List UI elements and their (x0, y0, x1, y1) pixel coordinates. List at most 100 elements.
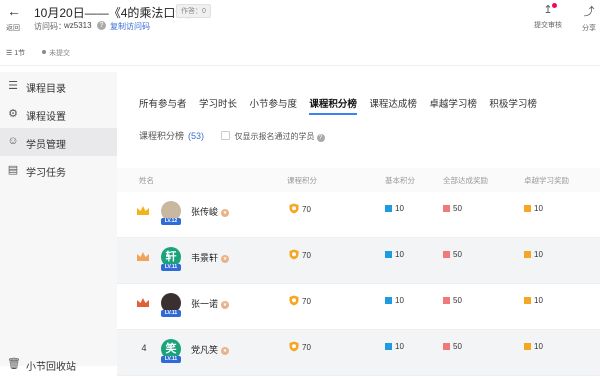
completion-reward-value: 50 (453, 296, 462, 305)
excellence-reward-value: 10 (534, 342, 543, 351)
course-points-value: 70 (302, 297, 311, 306)
student-name-text: 韦景轩 (191, 253, 219, 263)
table-header: 姓名 课程积分 基本积分 全部达成奖励 卓越学习奖励 (117, 168, 600, 192)
upload-icon: ↥ (543, 4, 553, 16)
clipboard-icon: ▤ (7, 164, 19, 176)
completion-reward-swatch (443, 343, 450, 350)
rank-number: 4 (141, 343, 147, 353)
level-badge: LV.11 (161, 356, 181, 363)
main-panel: 所有参与者 学习时长 小节参与度 课程积分榜 课程达成榜 卓越学习榜 积极学习榜… (117, 72, 600, 376)
list-icon: ☰ (6, 50, 15, 57)
course-points-cell: 70 (289, 249, 311, 260)
table-row[interactable]: LV.12 张传峻 ★ 70 10 50 10 (117, 192, 600, 238)
section-count-label: 1节 (14, 50, 26, 57)
tab-section-participation[interactable]: 小节参与度 (249, 96, 297, 110)
sidebar: ☰ 课程目录 ⚙ 课程设置 ☺ 学员管理 ▤ 学习任务 🗑 小节回收站 (0, 72, 117, 373)
sub-toolbar: ☰ 1节 未提交 (0, 40, 600, 66)
table-row[interactable]: 4 笑 LV.11 党凡笑 ★ 70 10 50 10 (117, 330, 600, 376)
column-header-course-points: 课程积分 (287, 176, 317, 185)
approved-only-label[interactable]: 仅显示报名通过的学员 (235, 132, 315, 141)
student-name-text: 张一诺 (191, 299, 219, 309)
back-label[interactable]: 返回 (6, 23, 20, 33)
share-icon: ⤴ (583, 6, 595, 18)
copy-access-code-link[interactable]: 复制访问码 (110, 21, 150, 32)
sidebar-item-learning-tasks[interactable]: ▤ 学习任务 (0, 156, 117, 184)
table-row[interactable]: LV.11 张一诺 ★ 70 10 50 10 (117, 284, 600, 330)
course-points-value: 70 (302, 343, 311, 352)
excellence-reward-cell: 10 (524, 296, 543, 305)
excellence-reward-value: 10 (534, 250, 543, 259)
completion-reward-value: 50 (453, 342, 462, 351)
ranking-count: (53) (188, 131, 205, 141)
header: ← 返回 10月20日——《4的乘法口诀》 作答：0 访问码： wz5313 ?… (0, 0, 600, 40)
approved-only-checkbox[interactable] (220, 131, 230, 140)
level-badge: LV.11 (161, 264, 181, 271)
shield-icon (289, 249, 299, 260)
course-points-cell: 70 (289, 341, 311, 352)
excellence-reward-value: 10 (534, 204, 543, 213)
tab-bar: 所有参与者 学习时长 小节参与度 课程积分榜 课程达成榜 卓越学习榜 积极学习榜 (139, 94, 545, 115)
tab-course-points-ranking[interactable]: 课程积分榜 (309, 96, 357, 115)
status-label: 未提交 (49, 50, 70, 57)
excellence-reward-value: 10 (534, 296, 543, 305)
section-count[interactable]: ☰ 1节 (6, 48, 25, 58)
course-points-value: 70 (302, 251, 311, 260)
student-name-text: 党凡笑 (191, 345, 219, 355)
excellence-reward-swatch (524, 343, 531, 350)
tab-active-learning-ranking[interactable]: 积极学习榜 (489, 96, 537, 110)
gear-icon: ⚙ (8, 108, 18, 120)
submit-review-button[interactable]: ↥ 提交审核 (528, 3, 568, 30)
student-name[interactable]: 党凡笑 ★ (191, 343, 230, 356)
level-badge: LV.11 (161, 310, 181, 317)
user-icon: ☺ (7, 135, 19, 147)
notification-dot (552, 3, 557, 8)
excellence-reward-cell: 10 (524, 250, 543, 259)
basic-points-swatch (385, 343, 392, 350)
list-icon: ☰ (8, 80, 18, 92)
student-name[interactable]: 张传峻 ★ (191, 205, 230, 218)
course-points-cell: 70 (289, 203, 311, 214)
completion-reward-swatch (443, 251, 450, 258)
basic-points-cell: 10 (385, 296, 404, 305)
basic-points-value: 10 (395, 204, 404, 213)
sidebar-item-course-catalog[interactable]: ☰ 课程目录 (0, 72, 117, 100)
sidebar-item-label: 课程设置 (26, 112, 66, 123)
help-icon[interactable]: ? (97, 21, 106, 30)
help-icon[interactable]: ? (316, 134, 325, 142)
course-points-cell: 70 (289, 295, 311, 306)
basic-points-cell: 10 (385, 342, 404, 351)
student-name[interactable]: 韦景轩 ★ (191, 251, 230, 264)
column-header-excellence-reward: 卓越学习奖励 (524, 176, 569, 185)
medal-icon: ★ (221, 255, 230, 263)
excellence-reward-cell: 10 (524, 204, 543, 213)
tab-course-achievement-ranking[interactable]: 课程达成榜 (369, 96, 417, 110)
tab-excellent-learning-ranking[interactable]: 卓越学习榜 (429, 96, 477, 110)
excellence-reward-swatch (524, 251, 531, 258)
filter-bar: 课程积分榜 (53) 仅显示报名通过的学员? (139, 129, 325, 142)
basic-points-value: 10 (395, 250, 404, 259)
tab-study-duration[interactable]: 学习时长 (199, 96, 237, 110)
shield-icon (289, 295, 299, 306)
sidebar-item-label: 课程目录 (26, 84, 66, 95)
sidebar-item-student-management[interactable]: ☺ 学员管理 (0, 128, 117, 156)
completion-reward-value: 50 (453, 250, 462, 259)
completion-reward-cell: 50 (443, 204, 462, 213)
crown-icon (137, 298, 149, 307)
student-name[interactable]: 张一诺 ★ (191, 297, 230, 310)
excellence-reward-swatch (524, 205, 531, 212)
basic-points-swatch (385, 205, 392, 212)
sidebar-item-recycle-bin[interactable]: 🗑 小节回收站 (0, 350, 117, 378)
back-arrow-icon[interactable]: ← (6, 3, 22, 19)
completion-reward-cell: 50 (443, 342, 462, 351)
completion-reward-cell: 50 (443, 250, 462, 259)
tab-all-participants[interactable]: 所有参与者 (139, 96, 187, 110)
basic-points-cell: 10 (385, 204, 404, 213)
sidebar-item-course-settings[interactable]: ⚙ 课程设置 (0, 100, 117, 128)
completion-reward-value: 50 (453, 204, 462, 213)
crown-icon (137, 206, 149, 215)
student-name-text: 张传峻 (191, 207, 219, 217)
completion-reward-swatch (443, 205, 450, 212)
basic-points-value: 10 (395, 342, 404, 351)
table-row[interactable]: 轩 LV.11 韦景轩 ★ 70 10 50 10 (117, 238, 600, 284)
share-button[interactable]: ⤴ 分享 (578, 3, 600, 33)
